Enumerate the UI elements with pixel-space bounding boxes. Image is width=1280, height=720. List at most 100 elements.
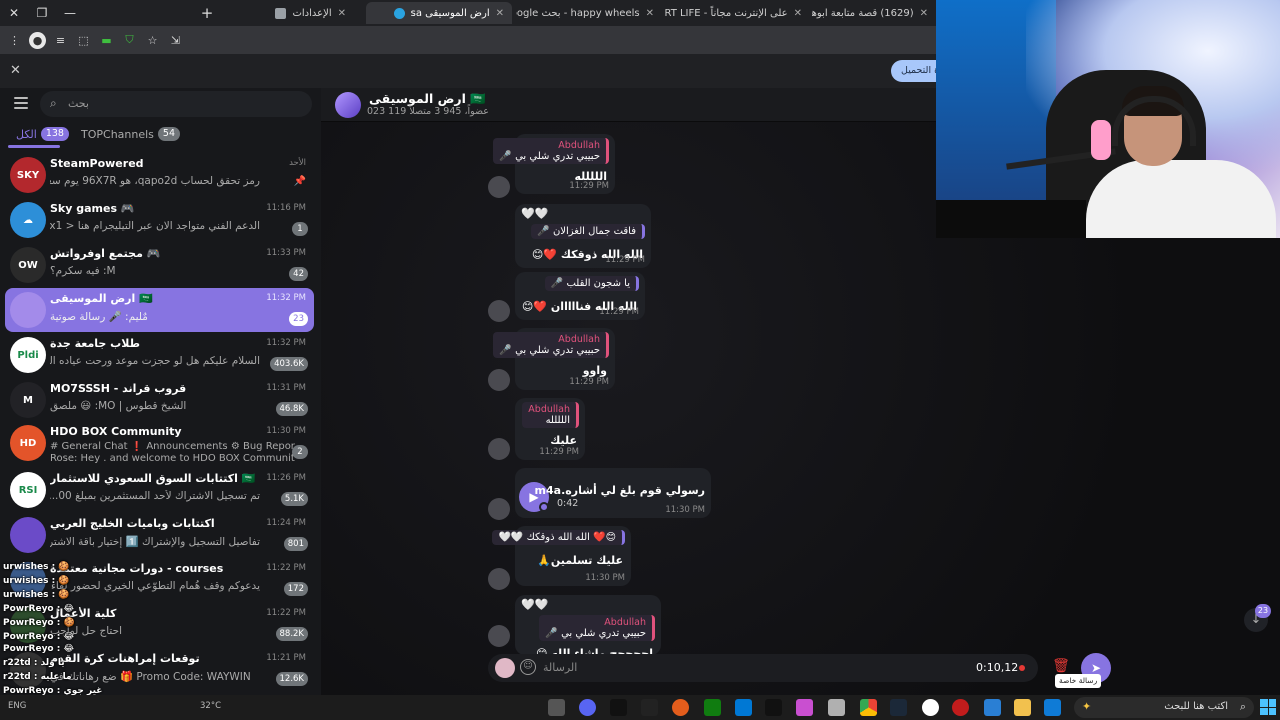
chat-list-item[interactable]: ارض الموسيقى 🇸🇦 مٌليم: 🎤 رسالة صوتية 11:32… xyxy=(5,288,314,332)
app-icon[interactable] xyxy=(952,699,969,716)
close-window-icon[interactable]: ✕ xyxy=(0,0,28,26)
chat-time: 11:32 PM xyxy=(266,338,306,348)
tab-youtube[interactable]: ✕ (1629) قصة متابعة ابوها يكرها ل xyxy=(812,2,936,24)
chat-list-item[interactable]: توقعات إمراهنات كرة القدم Promo Code: WAY… xyxy=(5,648,314,692)
search-icon: ⌕ xyxy=(1239,700,1246,713)
app-icon[interactable] xyxy=(610,699,627,716)
reply-quote[interactable]: 🎤 فاقت جمال الغزالان xyxy=(531,224,645,239)
minimize-window-icon[interactable]: — xyxy=(56,0,84,26)
tab-google[interactable]: ✕ happy wheels - بحث Google xyxy=(516,2,662,24)
sender-avatar[interactable] xyxy=(488,300,510,322)
restore-window-icon[interactable]: ❐ xyxy=(28,0,56,26)
message-composer[interactable]: ☺ الرسالة 0:10,12 xyxy=(488,654,1038,682)
outlook-icon[interactable] xyxy=(984,699,1001,716)
media-icon[interactable]: ≡ xyxy=(52,32,69,49)
bookmark-star-icon[interactable]: ☆ xyxy=(144,32,161,49)
battery-extension-icon[interactable]: ▬ xyxy=(98,32,115,49)
chat-member-count: 023 119 عضواً، 945 3 متصلاً xyxy=(367,106,489,117)
chat-list-item[interactable]: اكتتابات وباميات الخليج العربي تفاصيل الت… xyxy=(5,513,314,557)
install-app-icon[interactable]: ⇲ xyxy=(167,32,184,49)
search-input[interactable]: ⌕ بحث xyxy=(40,91,312,117)
chrome-icon[interactable] xyxy=(860,699,877,716)
sender-avatar[interactable] xyxy=(488,568,510,590)
epic-games-icon[interactable] xyxy=(641,699,658,716)
shield-extension-icon[interactable]: ⛉ xyxy=(121,32,138,49)
chat-list-item[interactable]: Pldi طلاب جامعة جدة السلام عليكم هل لو حجز… xyxy=(5,333,314,377)
message-input[interactable]: الرسالة xyxy=(543,661,577,674)
profile-icon[interactable]: ● xyxy=(29,31,46,49)
message-bubble[interactable]: Abdullah 🎤 حبيبي تدري شلي بي اللللله 11:29 … xyxy=(493,134,615,194)
language-indicator[interactable]: ENG xyxy=(8,701,26,711)
message-bubble[interactable]: 🤍🤍 الله الله ذوقكك ❤️😊 عليك تسلمين🙏 11:30 … xyxy=(492,526,631,586)
chat-list-item[interactable]: HD HDO BOX Community # General Chat ❗ Anno… xyxy=(5,421,314,465)
reply-quote[interactable]: 🎤 يا شجون القلب xyxy=(544,276,639,291)
reply-quote[interactable]: Abdullah 🎤 حبيبي تدري شلي بي xyxy=(493,138,609,164)
message-bubble[interactable]: Abdullah اللللله عليك 11:29 PM xyxy=(515,398,585,460)
folder-tab-topchannels[interactable]: TOPChannels 54 xyxy=(81,127,180,141)
sender-avatar[interactable] xyxy=(488,498,510,520)
chat-avatar xyxy=(10,517,46,553)
message-bubble[interactable]: 🤍🤍Abdullah🎤 حبيبي تدري شلي بياححححح ماشا… xyxy=(515,595,661,660)
chat-time: 11:31 PM xyxy=(266,383,306,393)
close-tab-icon[interactable]: ✕ xyxy=(338,8,346,19)
chat-list-item[interactable]: OW مجتمع اوفرواتش 🎮 M: فيه سكرم؟ 11:33 PM 42 xyxy=(5,243,314,287)
app-icon[interactable] xyxy=(796,699,813,716)
app-icon[interactable] xyxy=(735,699,752,716)
tab-settings[interactable]: ✕ الإعدادات xyxy=(224,2,354,24)
obs-icon[interactable] xyxy=(922,699,939,716)
close-tab-icon[interactable]: ✕ xyxy=(920,8,928,19)
app-icon[interactable] xyxy=(672,699,689,716)
close-tab-icon[interactable]: ✕ xyxy=(794,8,802,19)
chat-avatar[interactable] xyxy=(335,92,361,118)
sender-avatar[interactable] xyxy=(488,369,510,391)
windows-start-icon[interactable] xyxy=(1260,699,1276,715)
close-icon[interactable]: ✕ xyxy=(10,63,21,78)
edge-icon[interactable] xyxy=(1044,699,1061,716)
file-explorer-icon[interactable] xyxy=(1014,699,1031,716)
discord-icon[interactable] xyxy=(579,699,596,716)
more-menu-icon[interactable]: ⋮ xyxy=(6,32,23,49)
reply-quote[interactable]: Abdullah 🎤 حبيبي تدري شلي بي xyxy=(539,615,655,641)
windows-taskbar: ENG 32°C ✦ اكتب هنا للبحث ⌕ xyxy=(0,695,1280,720)
sender-avatar[interactable] xyxy=(488,176,510,198)
chat-list-item[interactable]: كلية الأعمال احتاج حل لواجب 11:22 PM 88.2K xyxy=(5,603,314,647)
settings-icon[interactable] xyxy=(548,699,565,716)
chat-avatar xyxy=(10,292,46,328)
sender-avatar[interactable] xyxy=(495,658,515,678)
sender-avatar[interactable] xyxy=(488,625,510,647)
webcam-overlay xyxy=(936,0,1280,238)
chat-list-item[interactable]: ☁ Sky games 🎮 الدعم الفني متواجد الان عبر … xyxy=(5,198,314,242)
chat-list-item[interactable]: SKY SteamPowered رمز تحقق لحساب qapo2d، هو… xyxy=(5,153,314,197)
sender-avatar[interactable] xyxy=(488,438,510,460)
xbox-icon[interactable] xyxy=(704,699,721,716)
chat-list-header: ⌕ بحث xyxy=(0,88,321,120)
folder-tab-all[interactable]: الكل 138 xyxy=(16,127,69,141)
tab-telegram[interactable]: ✕ ارض الموسيقى sa xyxy=(366,2,512,24)
message-bubble[interactable]: ▶ رسولي قوم بلغ لي أشاره.m4a 0:42 11:30 PM xyxy=(515,468,711,518)
weather-widget[interactable]: 32°C xyxy=(200,701,221,711)
message-hearts: 🤍🤍 xyxy=(521,207,549,220)
hamburger-menu-icon[interactable] xyxy=(14,97,28,109)
emoji-icon[interactable]: ☺ xyxy=(520,659,536,675)
taskbar-search[interactable]: ✦ اكتب هنا للبحث ⌕ xyxy=(1074,697,1254,718)
chat-time: 11:16 PM xyxy=(266,203,306,213)
close-tab-icon[interactable]: ✕ xyxy=(646,8,654,19)
new-tab-button[interactable]: + xyxy=(196,2,218,24)
steam-icon[interactable] xyxy=(890,699,907,716)
reply-quote[interactable]: Abdullah اللللله xyxy=(522,402,579,428)
chat-list-item[interactable]: RSI اكتتابات السوق السعودي للاستثمار 🇸🇦 تم… xyxy=(5,468,314,512)
reply-quote[interactable]: Abdullah 🎤 حبيبي تدري شلي بي xyxy=(493,332,609,358)
tab-short-life[interactable]: ✕ على الإنترنت مجاناً - SHORT LIFE xyxy=(664,2,810,24)
reply-quote[interactable]: 🤍🤍 الله الله ذوقكك ❤️😊 xyxy=(492,530,625,545)
app-icon[interactable] xyxy=(765,699,782,716)
tab-title: (1629) قصة متابعة ابوها يكرها ل xyxy=(812,7,914,19)
close-tab-icon[interactable]: ✕ xyxy=(496,8,504,19)
app-icon[interactable] xyxy=(828,699,845,716)
unread-count-badge: 23 xyxy=(1255,604,1271,618)
message-bubble[interactable]: 🤍🤍 🎤 فاقت جمال الغزالان الله الله ذوقكك ❤️… xyxy=(515,204,651,268)
extensions-icon[interactable]: ⬚ xyxy=(75,32,92,49)
message-bubble[interactable]: 🎤 يا شجون القلب الله الله فنااااان ❤️😊 11:… xyxy=(515,272,645,320)
chat-list-item[interactable]: M MO7SSSH - قروب قراند الشيخ قطوس | MO: 😃 … xyxy=(5,378,314,422)
chat-list-item[interactable]: دورات مجانية معتمدة - courses يدعوكم وقف … xyxy=(5,558,314,602)
message-bubble[interactable]: Abdullah 🎤 حبيبي تدري شلي بي واوو 11:29 PM xyxy=(493,328,615,390)
